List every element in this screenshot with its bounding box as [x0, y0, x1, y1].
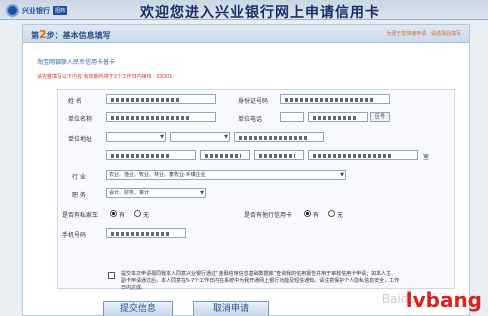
step-label: 第2步：基本信息填写 [31, 28, 111, 41]
cancel-button[interactable]: 取消申请 [193, 301, 269, 316]
company-name-input[interactable] [106, 112, 216, 122]
other-card-no-radio[interactable] [328, 210, 335, 217]
step-number: 2 [39, 28, 47, 41]
other-card-label: 是否有他行信用卡 [244, 212, 293, 219]
chevron-down-icon: ▼ [160, 134, 164, 140]
road-input[interactable] [106, 150, 196, 160]
logo-subtext: 招商 [53, 6, 68, 15]
agreement-text: 提交本次申请视同我本人同意兴业银行通过“金融信用信息基础数据库”查询我的信用报告… [121, 271, 400, 291]
chevron-down-icon: ▼ [224, 134, 228, 140]
position-value: 会计、财务、审计 [109, 190, 150, 196]
private-car-label: 是否有私家车 [62, 212, 99, 219]
company-phone-input[interactable] [308, 112, 368, 122]
area-code-input[interactable] [280, 112, 304, 122]
step-bar: 第2步：基本信息填写 为便于您快速申请 · 请选择后填写 [23, 25, 469, 43]
logo-text: 兴业银行 [22, 6, 50, 15]
step-note: 为便于您快速申请 · 请选择后填写 [386, 31, 461, 37]
private-car-no-radio[interactable] [134, 210, 141, 217]
private-car-yes-radio[interactable] [110, 210, 117, 217]
area-code-search-button[interactable]: 区号 [370, 112, 390, 122]
room-input[interactable] [308, 150, 418, 160]
number-input[interactable] [200, 150, 250, 160]
industry-select[interactable]: 农业、渔业、牧业、林业、畜牧业·乡镇企业 ▼ [106, 170, 346, 180]
mobile-label: 手机号码 [62, 232, 87, 239]
chevron-down-icon: ▼ [340, 172, 344, 178]
bank-logo: 兴业银行 招商 [6, 3, 92, 18]
chevron-down-icon: ▼ [200, 190, 204, 196]
step-title: 步：基本信息填写 [46, 31, 111, 40]
street-input[interactable] [234, 132, 324, 142]
private-car-yes-label: 有 [119, 212, 126, 219]
agreement-checkbox[interactable] [108, 272, 115, 279]
name-input[interactable] [106, 94, 216, 104]
building-input[interactable] [254, 150, 304, 160]
site-watermark: lvbang [405, 288, 482, 312]
company-name-label: 单位名称 [68, 116, 93, 123]
warning-text: 请完整填写以下内容 有效期内将于3个工作日内审核 · 09301 [37, 74, 173, 80]
city-select[interactable]: ▼ [170, 132, 230, 142]
mobile-input[interactable] [106, 228, 186, 238]
other-card-yes-label: 有 [313, 212, 320, 219]
page-banner: 欢迎您进入兴业银行网上申请信用卡 [140, 5, 380, 21]
id-number-input[interactable] [280, 94, 390, 104]
position-select[interactable]: 会计、财务、审计 ▼ [106, 188, 206, 198]
industry-value: 农业、渔业、牧业、林业、畜牧业·乡镇企业 [109, 172, 206, 178]
submit-button[interactable]: 提交信息 [103, 301, 173, 316]
position-label: 职 务 [72, 192, 86, 199]
room-suffix-label: 室 [423, 154, 430, 161]
id-number-label: 身份证号码 [238, 98, 269, 105]
industry-label: 行 业 [72, 174, 86, 181]
company-phone-label: 单位电话 [238, 116, 263, 123]
application-panel: 第2步：基本信息填写 为便于您快速申请 · 请选择后填写 淘宝网银联人民币信用卡… [22, 24, 470, 316]
province-select[interactable]: ▼ [106, 132, 166, 142]
card-title: 淘宝网银联人民币信用卡普卡 [37, 59, 116, 66]
private-car-no-label: 无 [143, 212, 150, 219]
company-address-label: 单位地址 [68, 136, 93, 143]
other-card-no-label: 无 [337, 212, 344, 219]
name-label: 姓 名 [68, 98, 82, 105]
other-card-yes-radio[interactable] [304, 210, 311, 217]
bank-logo-icon [6, 4, 19, 17]
applicant-form: 姓 名 身份证号码 单位名称 单位电话 区号 单位地址 ▼ ▼ 室 行 业 农业… [57, 89, 455, 289]
site-header: 兴业银行 招商 欢迎您进入兴业银行网上申请信用卡 [0, 0, 488, 21]
step-prefix: 第 [31, 31, 39, 40]
